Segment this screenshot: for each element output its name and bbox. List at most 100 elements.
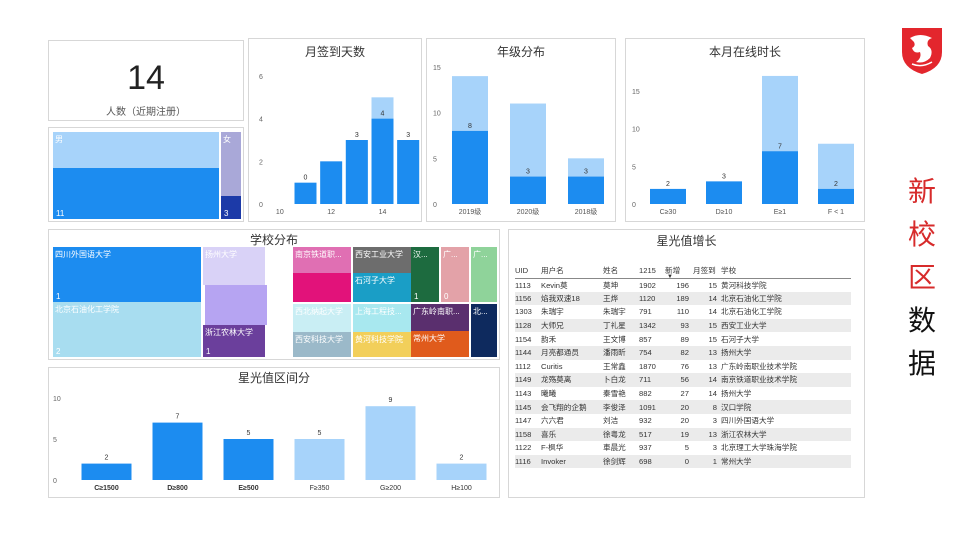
school-tile[interactable] bbox=[293, 273, 351, 302]
table-cell: 会飞翔的企鹅 bbox=[541, 400, 603, 414]
school-tile[interactable]: 北... bbox=[471, 304, 497, 357]
school-tile[interactable]: 汉... 1 bbox=[411, 247, 439, 302]
school-treemap-card: 学校分布 四川外国语大学 1 北京石油化工学院 2 扬州大学 浙江农林大学 1 南京铁道职..… bbox=[48, 229, 500, 360]
bar-segment[interactable] bbox=[397, 140, 420, 204]
table-row[interactable]: 1112 Curitis 王常鑫 1870 76 13 广东岭南职业技术学院 bbox=[515, 360, 851, 374]
school-tile-value: 1 bbox=[56, 292, 61, 301]
school-tile-label: 扬州大学 bbox=[205, 250, 237, 259]
table-cell: 698 bbox=[639, 454, 665, 469]
table-row[interactable]: 1143 曦曦 秦雪艳 882 27 14 扬州大学 bbox=[515, 387, 851, 401]
grade-chart-card: 年级分布 0 5 10 15 8 2019级 3 2020级 3 2018级 bbox=[426, 38, 616, 222]
x-tick-label: E≥1 bbox=[774, 209, 787, 216]
bar[interactable] bbox=[436, 463, 487, 480]
school-tile[interactable] bbox=[205, 285, 267, 325]
school-tile[interactable]: 石河子大学 bbox=[353, 273, 411, 302]
table-row[interactable]: 1116 Invoker 徐剑辉 698 0 1 常州大学 bbox=[515, 454, 851, 469]
y-tick-label: 10 bbox=[433, 111, 441, 118]
school-tile[interactable]: 扬州大学 bbox=[203, 247, 265, 285]
col-monthly-signin[interactable]: 月签到 bbox=[693, 264, 721, 279]
table-row[interactable]: 1144 月亮都通员 潘雨昕 754 82 13 扬州大学 bbox=[515, 345, 851, 360]
table-cell: 13 bbox=[693, 427, 721, 442]
school-tile[interactable]: 西北纳起大学 bbox=[293, 304, 351, 332]
bar-segment[interactable] bbox=[320, 161, 343, 204]
col-1215[interactable]: 1215 bbox=[639, 264, 665, 279]
bar-segment[interactable] bbox=[371, 118, 394, 204]
leaderboard-table[interactable]: UID 用户名 姓名 1215 新增 ▼ 月签到 学校 1113 Kevin莫 莫坤 1… bbox=[515, 264, 851, 469]
table-cell: 1870 bbox=[639, 361, 656, 371]
data-label: 3 bbox=[584, 169, 588, 176]
bar-segment[interactable] bbox=[294, 182, 317, 204]
school-tile[interactable]: 常州大学 bbox=[411, 331, 469, 357]
table-row[interactable]: 1303 朱瑞宇 朱瑞宇 791 110 14 北京石油化工学院 bbox=[515, 305, 851, 319]
bar[interactable] bbox=[81, 463, 132, 480]
sort-desc-icon: ▼ bbox=[667, 274, 673, 280]
star-chart: 0 5 10 2 C≥1500 7 D≥800 5 E≥500 5 F≥350 9 G≥200 2 H≥10… bbox=[53, 396, 487, 492]
gender-tile-male[interactable]: 男 11 bbox=[53, 132, 219, 219]
col-new[interactable]: 新增 ▼ bbox=[665, 264, 693, 280]
bar-segment[interactable] bbox=[650, 188, 686, 204]
gender-male-value: 11 bbox=[56, 209, 65, 218]
bar[interactable] bbox=[365, 406, 416, 480]
bar-segment[interactable] bbox=[706, 181, 742, 204]
table-cell: 扬州大学 bbox=[721, 345, 851, 360]
table-cell: 754 bbox=[639, 345, 665, 360]
data-label: 5 bbox=[318, 430, 322, 437]
table-cell: 1 bbox=[693, 454, 721, 469]
table-cell: 喜乐 bbox=[541, 427, 603, 442]
gender-treemap[interactable]: 男 11 女 3 bbox=[48, 127, 244, 222]
bar[interactable] bbox=[152, 422, 203, 480]
table-cell: 1120 bbox=[639, 291, 665, 306]
school-treemap[interactable]: 四川外国语大学 1 北京石油化工学院 2 扬州大学 浙江农林大学 1 南京铁道职... 西安工业… bbox=[53, 247, 497, 357]
col-username[interactable]: 用户名 bbox=[541, 264, 603, 279]
table-cell: 汉口学院 bbox=[721, 400, 851, 414]
table-row[interactable]: 1154 韵禾 王文博 857 89 15 石河子大学 bbox=[515, 332, 851, 346]
bar-segment[interactable] bbox=[818, 188, 854, 204]
col-school[interactable]: 学校 bbox=[721, 264, 851, 279]
data-label: 2 bbox=[105, 455, 109, 462]
table-cell: 1158 bbox=[515, 427, 541, 442]
bar[interactable] bbox=[294, 439, 345, 480]
bar[interactable] bbox=[223, 439, 274, 480]
school-tile[interactable]: 南京铁道职... bbox=[293, 247, 351, 273]
school-tile[interactable]: 浙江农林大学 1 bbox=[203, 325, 265, 357]
school-tile[interactable]: 广东岭南职... bbox=[411, 304, 469, 331]
school-tile-value: 1 bbox=[414, 292, 419, 301]
table-row[interactable]: 1122 F-枫华 車晨光 937 5 3 北京理工大学珠海学院 bbox=[515, 441, 851, 455]
y-tick-label: 15 bbox=[433, 65, 441, 72]
school-tile[interactable]: 广... 0 bbox=[441, 247, 469, 302]
col-name[interactable]: 姓名 bbox=[603, 264, 639, 279]
x-tick-label: 2018级 bbox=[575, 207, 598, 216]
table-row[interactable]: 1147 六六君 刘洁 932 20 3 四川外国语大学 bbox=[515, 414, 851, 428]
school-tile[interactable]: 北京石油化工学院 2 bbox=[53, 302, 201, 357]
school-tile[interactable]: 四川外国语大学 1 bbox=[53, 247, 201, 302]
bar-segment[interactable] bbox=[568, 176, 604, 204]
bar-segment[interactable] bbox=[510, 176, 546, 204]
gender-tile-female[interactable]: 女 3 bbox=[221, 132, 241, 219]
school-tile[interactable]: 西安工业大学 bbox=[353, 247, 411, 273]
table-row[interactable]: 1128 大师兄 丁礼星 1342 93 15 西安工业大学 bbox=[515, 318, 851, 333]
school-tile[interactable]: 黄河科技学院 bbox=[353, 332, 411, 357]
table-cell: 14 bbox=[708, 307, 717, 317]
school-tile[interactable]: 西安科技大学 bbox=[293, 332, 351, 357]
table-cell: 76 bbox=[680, 361, 689, 371]
table-row[interactable]: 1113 Kevin莫 莫坤 1902 196 15 黄河科技学院 bbox=[515, 278, 851, 292]
bar-segment[interactable] bbox=[452, 130, 488, 204]
table-row[interactable]: 1156 焰我双速18 王烨 1120 189 14 北京石油化工学院 bbox=[515, 291, 851, 306]
bar-segment[interactable] bbox=[345, 140, 368, 204]
table-cell: 卜白龙 bbox=[603, 373, 639, 387]
bar-segment[interactable] bbox=[762, 151, 798, 204]
col-uid[interactable]: UID bbox=[515, 264, 541, 279]
table-cell: 秦雪艳 bbox=[603, 389, 626, 399]
table-cell: 937 bbox=[639, 443, 652, 453]
school-tile-label: 西安科技大学 bbox=[295, 335, 343, 344]
school-tile[interactable]: 广... bbox=[471, 247, 497, 302]
table-cell: Curitis bbox=[541, 361, 563, 371]
data-label: 0 bbox=[304, 175, 308, 182]
table-row[interactable]: 1158 喜乐 徐粤龙 517 19 13 浙江农林大学 bbox=[515, 427, 851, 442]
school-tile[interactable]: 上海工程技... bbox=[353, 304, 411, 332]
school-tile-label: 四川外国语大学 bbox=[55, 250, 111, 259]
table-row[interactable]: 1149 龙殇莫离 卜白龙 711 56 14 南京铁道职业技术学院 bbox=[515, 373, 851, 387]
side-title-char: 区 bbox=[907, 262, 936, 293]
table-cell: 1342 bbox=[639, 318, 665, 333]
table-row[interactable]: 1145 会飞翔的企鹅 李俊泽 1091 20 8 汉口学院 bbox=[515, 400, 851, 414]
